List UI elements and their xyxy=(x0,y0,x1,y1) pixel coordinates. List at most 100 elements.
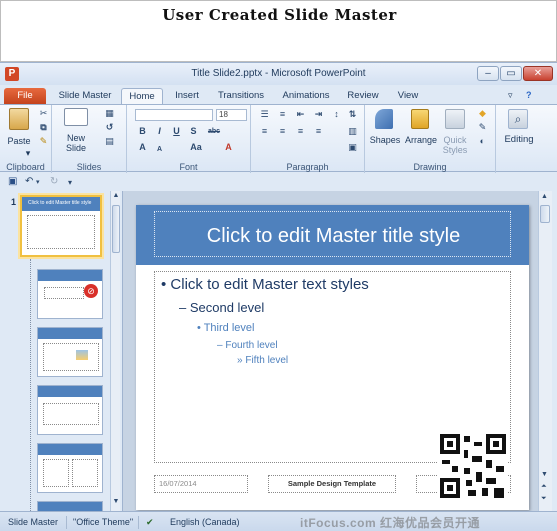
minimize-button[interactable]: – xyxy=(477,66,499,81)
section-icon[interactable]: ▤ xyxy=(104,137,115,146)
layout-thumbnail[interactable] xyxy=(37,501,103,511)
bold-button[interactable]: B xyxy=(137,127,148,136)
group-editing: ⌕ Editing xyxy=(496,105,541,173)
quick-styles-button[interactable]: Quick Styles xyxy=(439,135,471,155)
paste-button[interactable]: Paste xyxy=(4,136,34,146)
reset-icon[interactable]: ↺ xyxy=(104,123,115,132)
layout-icon[interactable]: ▦ xyxy=(104,109,115,118)
scroll-thumb[interactable] xyxy=(112,205,120,253)
slide-title[interactable]: Click to edit Master title style xyxy=(155,225,512,248)
editing-button[interactable]: Editing xyxy=(499,135,539,145)
shadow-button[interactable]: S xyxy=(188,127,199,136)
group-label-drawing: Drawing xyxy=(413,162,447,172)
layout-thumbnail[interactable] xyxy=(37,443,103,493)
text-level-4[interactable]: – Fourth level xyxy=(217,340,278,351)
new-slide-icon[interactable] xyxy=(64,108,88,126)
thumbnails-scrollbar[interactable]: ▲ ▼ xyxy=(110,191,120,511)
underline-button[interactable]: U xyxy=(171,127,182,136)
font-name-combo[interactable] xyxy=(135,109,213,121)
maximize-button[interactable]: ▭ xyxy=(500,66,522,81)
tab-animations[interactable]: Animations xyxy=(278,88,334,104)
italic-button[interactable]: I xyxy=(154,127,165,136)
next-slide-icon[interactable]: ⏷ xyxy=(541,495,547,503)
font-grow-button[interactable]: A xyxy=(137,143,148,152)
font-size-combo[interactable]: 18 xyxy=(216,109,247,121)
text-level-1[interactable]: • Click to edit Master text styles xyxy=(161,276,369,293)
layout-thumbnail[interactable] xyxy=(37,385,103,435)
tab-home[interactable]: Home xyxy=(121,88,163,104)
master-thumbnail[interactable]: Click to edit Master title style xyxy=(20,195,102,257)
align-left-icon[interactable]: ≡ xyxy=(259,127,270,136)
decrease-indent-icon[interactable]: ⇤ xyxy=(295,110,306,119)
tab-view[interactable]: View xyxy=(390,88,426,104)
date-placeholder[interactable]: 16/07/2014 xyxy=(154,475,248,493)
columns-icon[interactable]: ▥ xyxy=(347,127,358,136)
align-center-icon[interactable]: ≡ xyxy=(277,127,288,136)
undo-icon[interactable]: ↶ xyxy=(25,176,33,187)
font-shrink-button[interactable]: A xyxy=(154,145,165,154)
shapes-icon[interactable] xyxy=(375,109,393,129)
group-drawing: Shapes Arrange Quick Styles ◆ ✎ ◐ Drawin… xyxy=(365,105,496,173)
text-level-2[interactable]: – Second level xyxy=(179,300,264,315)
footer-placeholder[interactable]: Sample Design Template xyxy=(268,475,396,493)
change-case-button[interactable]: Aa xyxy=(188,143,204,152)
status-theme[interactable]: "Office Theme" xyxy=(73,517,133,527)
scroll-down-icon[interactable]: ▼ xyxy=(111,497,121,507)
align-right-icon[interactable]: ≡ xyxy=(295,127,306,136)
shapes-button[interactable]: Shapes xyxy=(367,135,403,145)
help-icon[interactable]: ? xyxy=(526,90,532,100)
paste-dropdown-icon[interactable]: ▾ xyxy=(23,148,33,158)
arrange-icon[interactable] xyxy=(411,109,429,129)
bullets-icon[interactable]: ☰ xyxy=(259,110,270,119)
undo-dropdown-icon[interactable]: ▾ xyxy=(36,178,40,186)
cut-icon[interactable]: ✂ xyxy=(38,109,49,118)
increase-indent-icon[interactable]: ⇥ xyxy=(313,110,324,119)
scroll-up-icon[interactable]: ▲ xyxy=(111,191,121,201)
close-button[interactable]: ✕ xyxy=(523,66,553,81)
justify-icon[interactable]: ≡ xyxy=(313,127,324,136)
strikethrough-button[interactable]: abc xyxy=(205,127,223,136)
title-bar: P Title Slide2.pptx - Microsoft PowerPoi… xyxy=(0,63,557,85)
tab-review[interactable]: Review xyxy=(342,88,384,104)
group-slides: New Slide ▦ ↺ ▤ Slides xyxy=(52,105,127,173)
redo-icon[interactable]: ↻ xyxy=(50,176,58,187)
layout-thumbnail[interactable]: ⊘ xyxy=(37,269,103,319)
shape-effects-icon[interactable]: ◐ xyxy=(477,137,488,146)
font-color-button[interactable]: A xyxy=(223,143,234,152)
line-spacing-icon[interactable]: ↕ xyxy=(331,110,342,119)
save-icon[interactable]: ▣ xyxy=(8,176,17,187)
title-placeholder[interactable]: Click to edit Master title style xyxy=(154,211,511,257)
binoculars-icon[interactable]: ⌕ xyxy=(508,109,528,129)
scroll-thumb[interactable] xyxy=(540,205,550,223)
window-title: Title Slide2.pptx - Microsoft PowerPoint xyxy=(191,68,366,79)
scroll-down-icon[interactable]: ▼ xyxy=(541,471,548,478)
numbering-icon[interactable]: ≡ xyxy=(277,110,288,119)
tab-file[interactable]: File xyxy=(4,88,46,104)
quick-styles-icon[interactable] xyxy=(445,109,465,129)
paste-icon[interactable] xyxy=(9,108,29,130)
shape-outline-icon[interactable]: ✎ xyxy=(477,123,488,132)
text-level-5[interactable]: » Fifth level xyxy=(237,355,288,366)
smartart-icon[interactable]: ▣ xyxy=(347,143,358,152)
copy-icon[interactable]: ⧉ xyxy=(38,123,49,132)
text-level-3[interactable]: • Third level xyxy=(197,322,254,334)
shape-fill-icon[interactable]: ◆ xyxy=(477,109,488,118)
scroll-up-icon[interactable]: ▲ xyxy=(541,193,548,200)
tab-slide-master[interactable]: Slide Master xyxy=(54,88,116,104)
minimize-ribbon-icon[interactable]: ▿ xyxy=(508,90,513,101)
text-direction-icon[interactable]: ⇅ xyxy=(347,110,358,119)
status-bar: Slide Master "Office Theme" ✔ English (C… xyxy=(0,511,557,531)
slide-scrollbar[interactable]: ▲ ▼ ⏶ ⏷ xyxy=(538,191,552,511)
customize-qat-icon[interactable]: ▾ xyxy=(68,178,72,187)
layout-thumbnail[interactable] xyxy=(37,327,103,377)
tab-transitions[interactable]: Transitions xyxy=(213,88,269,104)
arrange-button[interactable]: Arrange xyxy=(402,135,440,145)
previous-slide-icon[interactable]: ⏶ xyxy=(541,483,547,491)
new-slide-button[interactable]: New Slide xyxy=(58,133,94,153)
status-language[interactable]: English (Canada) xyxy=(170,517,240,527)
format-painter-icon[interactable]: ✎ xyxy=(38,137,49,146)
spelling-check-icon[interactable]: ✔ xyxy=(146,517,154,528)
master-thumbnail-title: Click to edit Master title style xyxy=(28,200,92,206)
group-label-paragraph: Paragraph xyxy=(286,162,329,172)
tab-insert[interactable]: Insert xyxy=(168,88,206,104)
